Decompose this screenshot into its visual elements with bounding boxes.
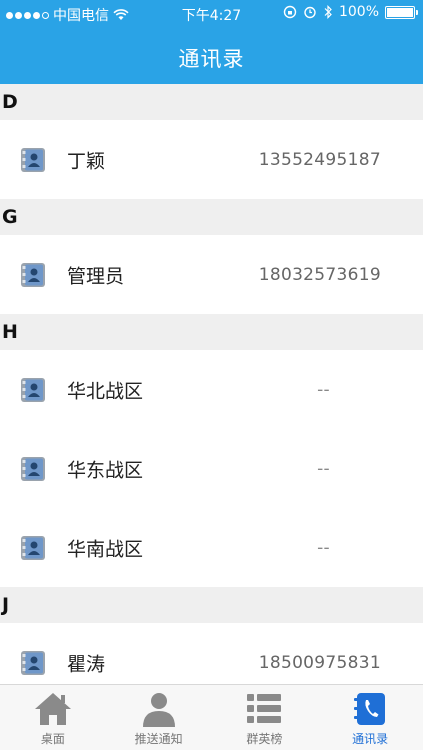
contact-name: 华南战区 [67, 538, 144, 560]
tab-contacts-label: 通讯录 [352, 732, 389, 746]
battery-icon [385, 5, 418, 19]
contact-phone[interactable]: 18032573619 [259, 265, 381, 285]
section-header-d: D [0, 84, 423, 120]
contact-phone[interactable]: 18500975831 [259, 653, 381, 673]
contact-book-icon [21, 262, 45, 287]
contact-phone: -- [317, 537, 330, 558]
status-right: 100% [283, 4, 418, 20]
contact-name: 华北战区 [67, 380, 144, 402]
contact-name: 华东战区 [67, 459, 144, 481]
bluetooth-icon [324, 5, 332, 19]
tab-desktop[interactable]: 桌面 [0, 685, 106, 750]
contact-name: 丁颖 [67, 150, 106, 172]
list-icon [247, 694, 282, 723]
person-icon [142, 693, 175, 727]
contact-book-icon [21, 377, 45, 402]
contact-row[interactable]: 丁颖 13552495187 [0, 120, 423, 199]
contact-row[interactable]: 华南战区 -- [0, 508, 423, 587]
phonebook-icon [354, 693, 386, 725]
contact-row[interactable]: 华北战区 -- [0, 350, 423, 429]
header: 中国电信 下午4:27 100% 通讯录 [0, 0, 423, 84]
contact-phone: -- [317, 458, 330, 479]
contact-name: 管理员 [67, 265, 125, 287]
home-icon [34, 693, 71, 725]
tab-bar: 桌面 推送通知 群英榜 通讯录 [0, 684, 423, 750]
section-header-g: G [0, 199, 423, 235]
contact-list[interactable]: D 丁颖 13552495187 G 管理员 18032573619 H 华北战… [0, 84, 423, 684]
contact-book-icon [21, 456, 45, 481]
contact-book-icon [21, 535, 45, 560]
tab-push-notifications-label: 推送通知 [134, 732, 183, 746]
contact-book-icon [21, 147, 45, 172]
tab-push-notifications[interactable]: 推送通知 [106, 685, 212, 750]
status-bar: 中国电信 下午4:27 100% [0, 0, 423, 28]
section-header-h: H [0, 314, 423, 350]
contact-row[interactable]: 华东战区 -- [0, 429, 423, 508]
app-screen: 中国电信 下午4:27 100% 通讯录 D 丁颖 13552495187 G … [0, 0, 423, 750]
contact-name: 瞿涛 [67, 653, 106, 675]
rotation-lock-icon [283, 5, 297, 19]
tab-ranking-label: 群英榜 [246, 732, 283, 746]
battery-percent: 100% [338, 4, 379, 20]
tab-contacts[interactable]: 通讯录 [317, 685, 423, 750]
tab-desktop-label: 桌面 [40, 732, 65, 746]
contact-book-icon [21, 650, 45, 675]
contact-row[interactable]: 管理员 18032573619 [0, 235, 423, 314]
contact-phone[interactable]: 13552495187 [259, 150, 381, 170]
page-title: 通讯录 [178, 47, 245, 71]
alarm-icon [304, 6, 316, 19]
contact-phone: -- [317, 379, 330, 400]
section-header-j: J [0, 587, 423, 623]
tab-ranking[interactable]: 群英榜 [212, 685, 318, 750]
contact-row[interactable]: 瞿涛 18500975831 [0, 623, 423, 684]
